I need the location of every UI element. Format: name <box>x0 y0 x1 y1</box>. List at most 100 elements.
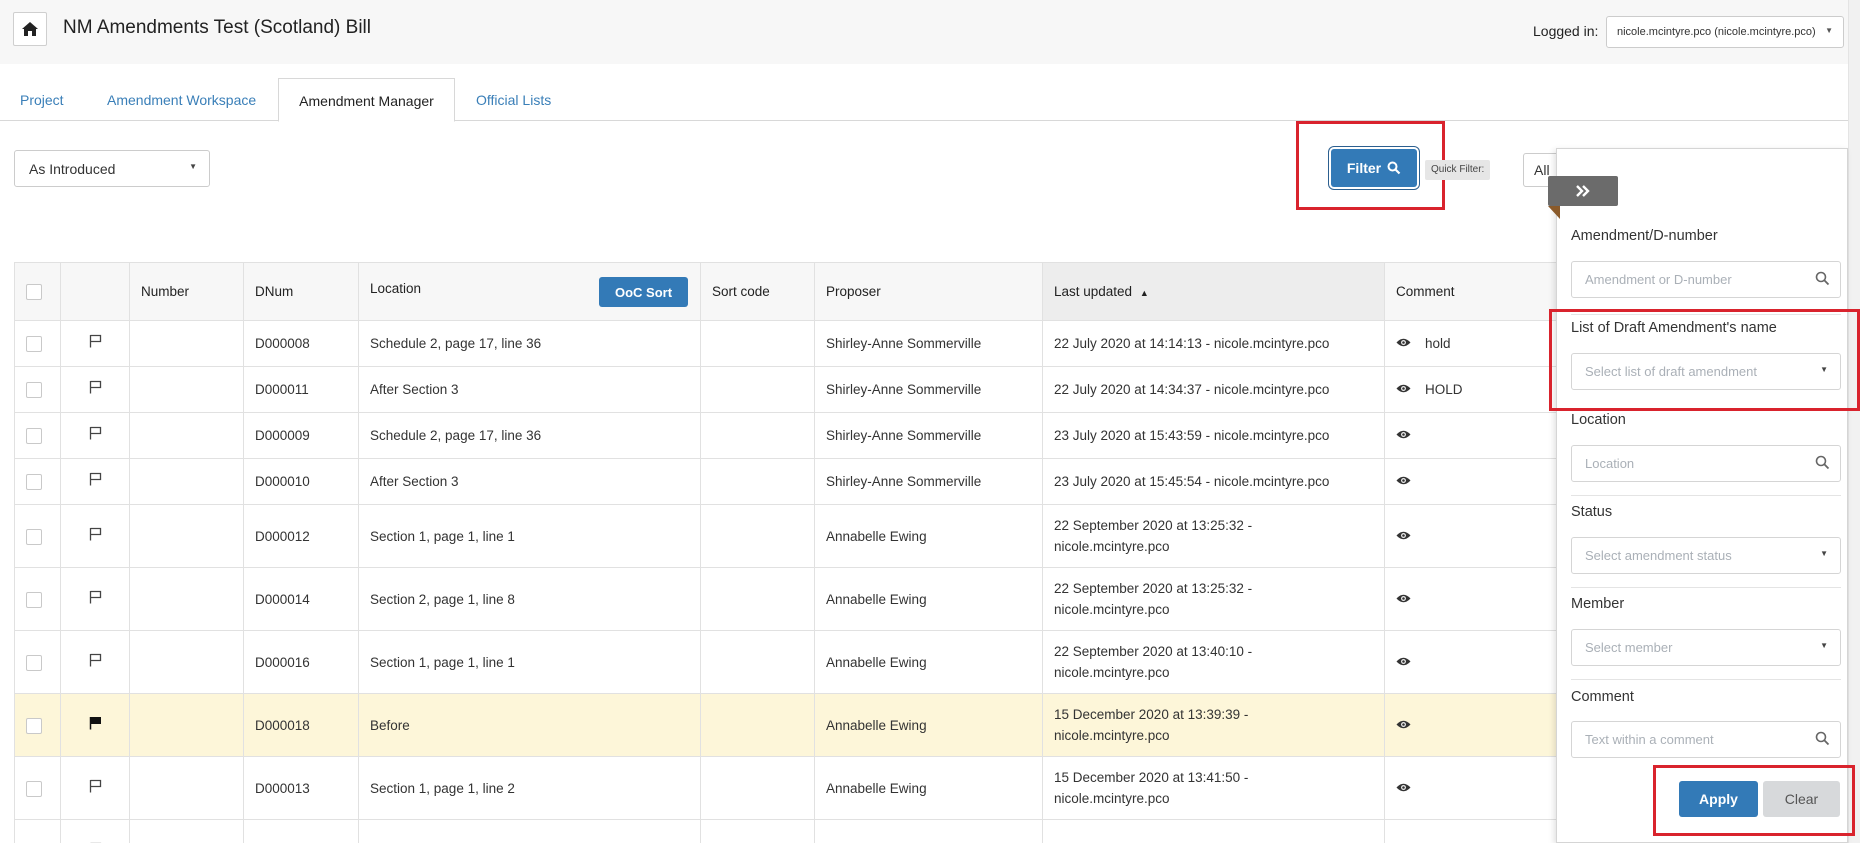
last-updated-line-1: 23 July 2020 at 15:43:59 - nicole.mcinty… <box>1054 428 1330 443</box>
version-select[interactable]: As Introduced ▼ <box>14 150 210 187</box>
cell-dnum <box>243 819 359 843</box>
flag-icon[interactable] <box>89 527 102 541</box>
cell-number <box>129 320 244 367</box>
column-header-dnum[interactable]: DNum <box>243 262 359 321</box>
eye-icon[interactable] <box>1396 383 1411 394</box>
row-checkbox[interactable] <box>26 717 42 734</box>
search-icon <box>1815 455 1830 470</box>
flag-icon[interactable] <box>89 779 102 793</box>
last-updated-line-1: 22 September 2020 at 13:25:32 - <box>1054 518 1253 533</box>
row-checkbox[interactable] <box>26 382 42 399</box>
tab-amendment-workspace[interactable]: Amendment Workspace <box>107 78 256 121</box>
comment-text: hold <box>1425 335 1451 351</box>
tab-project[interactable]: Project <box>20 78 64 121</box>
row-select-cell <box>14 366 61 413</box>
filter-button[interactable]: Filter <box>1331 149 1417 187</box>
column-header-proposer[interactable]: Proposer <box>814 262 1043 321</box>
flag-icon[interactable] <box>89 590 102 604</box>
flag-icon[interactable] <box>89 653 102 667</box>
row-checkbox[interactable] <box>26 591 42 608</box>
table-row[interactable]: D000013 Section 1, page 1, line 2 Annabell… <box>14 756 1560 820</box>
search-icon <box>1815 271 1830 286</box>
cell-sort-code <box>700 567 815 631</box>
location-input[interactable]: Location <box>1571 445 1841 482</box>
cell-number <box>129 819 244 843</box>
cell-number <box>129 458 244 505</box>
cell-comment <box>1384 458 1560 505</box>
column-header-comment[interactable]: Comment <box>1384 262 1560 321</box>
comment-input[interactable]: Text within a comment <box>1571 721 1841 758</box>
cell-proposer <box>814 819 1043 843</box>
panel-tab-corner <box>1548 206 1560 219</box>
column-header-number[interactable]: Number <box>129 262 244 321</box>
cell-location: Schedule 2, page 17, line 36 <box>358 412 701 459</box>
row-checkbox[interactable] <box>26 780 42 797</box>
clear-button[interactable]: Clear <box>1763 781 1840 817</box>
table-row[interactable]: D000008 Schedule 2, page 17, line 36 Shirl… <box>14 320 1560 367</box>
sort-asc-icon: ▲ <box>1139 288 1149 298</box>
search-icon <box>1387 161 1401 175</box>
flag-icon[interactable] <box>89 380 102 394</box>
eye-icon[interactable] <box>1396 530 1411 541</box>
eye-icon[interactable] <box>1396 593 1411 604</box>
eye-icon[interactable] <box>1396 429 1411 440</box>
row-checkbox[interactable] <box>26 654 42 671</box>
row-flag-cell <box>60 630 130 694</box>
amendment-number-input[interactable]: Amendment or D-number <box>1571 261 1841 298</box>
row-flag-cell <box>60 320 130 367</box>
cell-comment: hold <box>1384 320 1560 367</box>
eye-icon[interactable] <box>1396 475 1411 486</box>
eye-icon[interactable] <box>1396 337 1411 348</box>
eye-icon[interactable] <box>1396 719 1411 730</box>
collapse-panel-button[interactable] <box>1548 176 1618 206</box>
flag-icon[interactable] <box>89 426 102 440</box>
cell-last-updated: 15 December 2020 at 13:41:50 - nicole.mci… <box>1042 756 1385 820</box>
tab-official-lists[interactable]: Official Lists <box>476 78 551 121</box>
cell-proposer: Shirley-Anne Sommerville <box>814 412 1043 459</box>
home-button[interactable] <box>13 12 47 46</box>
table-row[interactable]: D000014 Section 2, page 1, line 8 Annabell… <box>14 567 1560 631</box>
table-row[interactable]: 15 December 2020 at 13:52:04 - <box>14 819 1560 843</box>
ooc-sort-button[interactable]: OoC Sort <box>599 277 688 307</box>
cell-sort-code <box>700 366 815 413</box>
table-row[interactable]: D000018 Before Annabelle Ewing 15 December … <box>14 693 1560 757</box>
cell-number <box>129 504 244 568</box>
select-all-checkbox[interactable] <box>26 283 42 300</box>
cell-location: After Section 3 <box>358 458 701 505</box>
logged-in-label: Logged in: <box>1533 23 1599 39</box>
member-placeholder: Select member <box>1585 640 1673 655</box>
row-checkbox[interactable] <box>26 528 42 545</box>
last-updated-line-1: 15 December 2020 at 13:39:39 - <box>1054 707 1249 722</box>
row-checkbox[interactable] <box>26 336 42 353</box>
eye-icon[interactable] <box>1396 656 1411 667</box>
table-row[interactable]: D000012 Section 1, page 1, line 1 Annabell… <box>14 504 1560 568</box>
tab-amendment-manager[interactable]: Amendment Manager <box>278 78 455 122</box>
eye-icon[interactable] <box>1396 782 1411 793</box>
cell-dnum: D000012 <box>243 504 359 568</box>
table-row[interactable]: D000010 After Section 3 Shirley-Anne Somme… <box>14 458 1560 505</box>
user-select-value: nicole.mcintyre.pco (nicole.mcintyre.pco… <box>1617 26 1816 38</box>
cell-number <box>129 693 244 757</box>
row-flag-cell <box>60 756 130 820</box>
user-select[interactable]: nicole.mcintyre.pco (nicole.mcintyre.pco… <box>1606 16 1844 48</box>
member-select[interactable]: Select member ▼ <box>1571 629 1841 666</box>
cell-comment <box>1384 693 1560 757</box>
cell-sort-code <box>700 756 815 820</box>
version-select-value: As Introduced <box>29 161 116 177</box>
apply-button[interactable]: Apply <box>1679 781 1758 817</box>
flag-icon[interactable] <box>89 334 102 348</box>
flag-icon[interactable] <box>89 472 102 486</box>
row-select-cell <box>14 567 61 631</box>
table-row[interactable]: D000016 Section 1, page 1, line 1 Annabell… <box>14 630 1560 694</box>
last-updated-line-1: 22 September 2020 at 13:25:32 - <box>1054 581 1253 596</box>
table-row[interactable]: D000011 After Section 3 Shirley-Anne Somme… <box>14 366 1560 413</box>
row-checkbox[interactable] <box>26 428 42 445</box>
column-header-sort-code[interactable]: Sort code <box>700 262 815 321</box>
flag-filled-icon[interactable] <box>89 716 102 730</box>
page-scrollbar[interactable] <box>1848 0 1860 843</box>
row-checkbox[interactable] <box>26 474 42 491</box>
row-flag-cell <box>60 412 130 459</box>
column-header-last-updated[interactable]: Last updated ▲ <box>1042 262 1385 321</box>
status-select[interactable]: Select amendment status ▼ <box>1571 537 1841 574</box>
table-row[interactable]: D000009 Schedule 2, page 17, line 36 Shirl… <box>14 412 1560 459</box>
